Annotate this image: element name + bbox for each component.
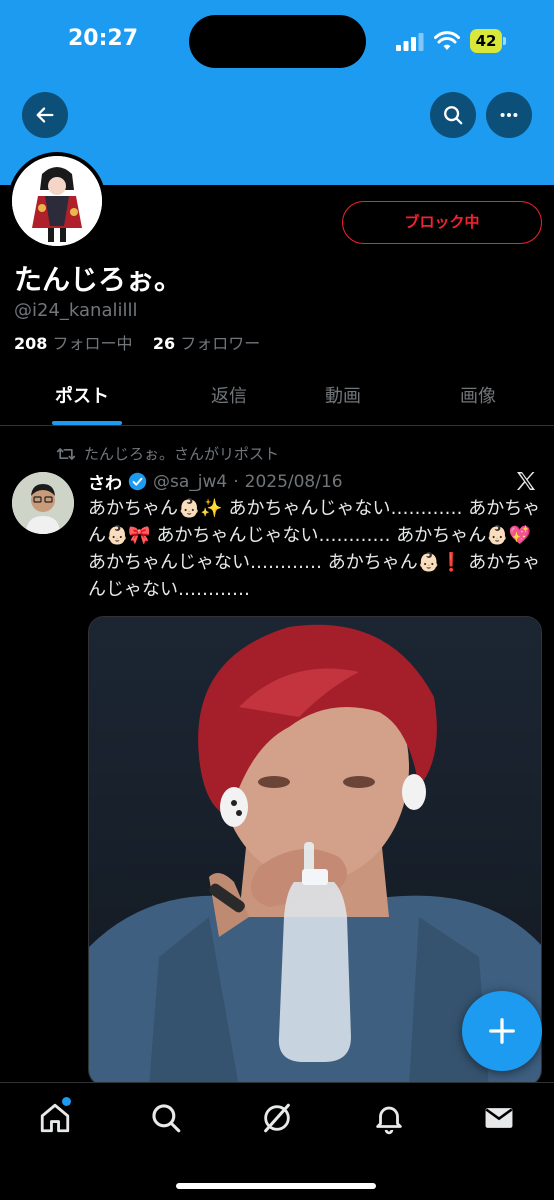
home-notification-dot (62, 1097, 71, 1106)
plus-icon (489, 1018, 515, 1044)
avatar-illustration (12, 156, 102, 246)
status-bar: 20:27 42 (0, 0, 554, 80)
search-profile-button[interactable] (430, 92, 476, 138)
profile-display-name: たんじろぉ。 (14, 263, 183, 296)
more-icon (500, 112, 518, 118)
profile-avatar[interactable] (8, 152, 106, 250)
post-author-handle[interactable]: @sa_jw4 (153, 472, 227, 492)
battery-level: 42 (470, 29, 502, 53)
profile-tabs: ポスト 返信 動画 画像 (0, 370, 554, 426)
repost-icon (56, 447, 76, 460)
post-header: さわ @sa_jw4 · 2025/08/16 (88, 469, 343, 495)
author-photo (12, 472, 74, 534)
repost-indicator: たんじろぉ。さんがリポスト (56, 443, 279, 464)
verified-badge-icon (128, 472, 147, 491)
tab-images[interactable]: 画像 (460, 382, 496, 408)
active-tab-indicator (52, 421, 122, 425)
bottom-navigation (0, 1082, 554, 1200)
back-button[interactable] (22, 92, 68, 138)
repost-label: たんじろぉ。さんがリポスト (84, 445, 280, 463)
followers-count: 26 (152, 334, 176, 353)
followers-label: フォロワー (180, 334, 261, 353)
tab-posts[interactable]: ポスト (55, 382, 109, 408)
post-separator: · (233, 471, 239, 492)
x-logo-icon (517, 472, 535, 490)
post-author-avatar[interactable] (12, 472, 74, 534)
more-options-button[interactable] (486, 92, 532, 138)
tab-videos[interactable]: 動画 (325, 382, 361, 408)
profile-handle: @i24_kanalilll (14, 300, 138, 321)
home-icon[interactable] (38, 1101, 72, 1135)
tab-replies[interactable]: 返信 (211, 382, 247, 408)
follow-stats: 208 フォロー中 26 フォロワー (14, 330, 260, 354)
blocked-button[interactable]: ブロック中 (342, 201, 542, 244)
compose-post-button[interactable] (462, 991, 542, 1071)
following-label: フォロー中 (52, 334, 133, 353)
battery-icon: 42 (470, 29, 506, 53)
post-date: 2025/08/16 (244, 471, 343, 492)
search-icon (444, 106, 463, 125)
post-author-name[interactable]: さわ (88, 469, 122, 494)
cellular-signal-icon (396, 33, 424, 51)
messages-envelope-icon[interactable] (482, 1101, 516, 1135)
grok-icon[interactable] (260, 1101, 294, 1135)
post-text: あかちゃん👶🏻✨ あかちゃんじゃない………… あかちゃん👶🏻🎀 あかちゃんじゃな… (88, 498, 541, 600)
followers-link[interactable]: 26 フォロワー (153, 334, 260, 353)
status-time: 20:27 (68, 26, 139, 51)
notifications-bell-icon[interactable] (372, 1101, 406, 1135)
following-count: 208 (14, 334, 48, 353)
back-arrow-icon (36, 107, 54, 123)
wifi-icon (434, 31, 460, 50)
search-icon[interactable] (149, 1101, 183, 1135)
following-link[interactable]: 208 フォロー中 (14, 334, 133, 353)
home-indicator (176, 1183, 376, 1189)
dynamic-island (189, 15, 366, 68)
